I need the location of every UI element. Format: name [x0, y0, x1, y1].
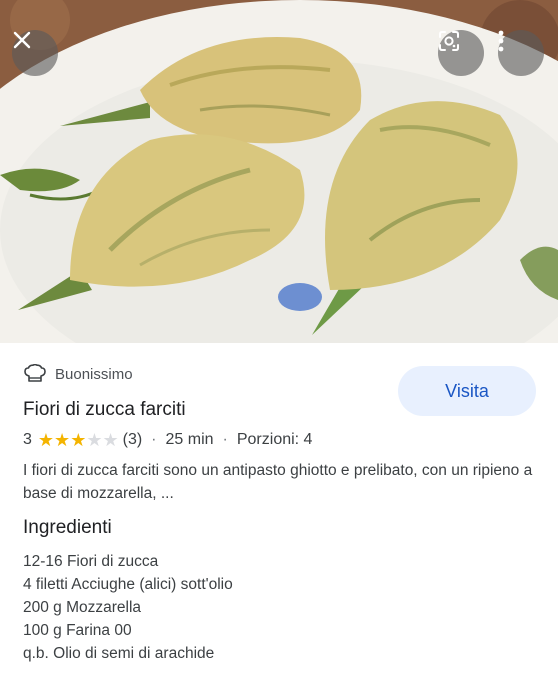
lens-button[interactable] — [438, 30, 484, 76]
ingredient-item: 4 filetti Acciughe (alici) sott'olio — [23, 576, 233, 593]
recipe-description: I fiori di zucca farciti sono un antipas… — [23, 462, 533, 502]
ingredients-heading: Ingredienti — [23, 517, 112, 538]
separator: · — [222, 431, 228, 448]
star-filled-icon: ★ — [37, 430, 55, 450]
visit-button[interactable]: Visita — [398, 366, 536, 416]
source[interactable]: Buonissimo — [23, 364, 133, 384]
more-vertical-icon — [498, 30, 504, 52]
star-filled-icon: ★ — [54, 430, 71, 450]
lens-icon — [439, 31, 459, 51]
source-name: Buonissimo — [55, 365, 133, 383]
star-empty-icon: ★ — [86, 430, 103, 450]
rating-value: 3 — [23, 431, 32, 448]
review-count: (3) — [122, 431, 143, 448]
recipe-title: Fiori di zucca farciti — [23, 399, 186, 420]
ingredient-item: 100 g Farina 00 — [23, 622, 132, 639]
ingredient-item: q.b. Olio di semi di arachide — [23, 645, 215, 662]
chef-hat-icon — [24, 364, 46, 382]
star-filled-icon: ★ — [70, 430, 87, 450]
close-button[interactable] — [12, 30, 58, 76]
recipe-meta: 3 ★ ★ ★ ★ ★ (3) · 25 min · Porzioni: 4 — [23, 431, 312, 449]
recipe-panel: Buonissimo Visita Fiori di zucca farciti… — [0, 343, 558, 680]
star-empty-icon: ★ — [102, 430, 119, 450]
separator: · — [151, 431, 157, 448]
servings: Porzioni: 4 — [236, 431, 313, 448]
cook-time: 25 min — [165, 431, 214, 448]
rating-stars: ★ ★ ★ ★ ★ — [38, 431, 119, 449]
ingredients-list: 12-16 Fiori di zucca 4 filetti Acciughe … — [23, 550, 233, 665]
recipe-photo — [0, 0, 558, 343]
close-icon — [13, 31, 31, 49]
ingredient-item: 200 g Mozzarella — [23, 599, 142, 616]
more-options-button[interactable] — [498, 30, 544, 76]
ingredient-item: 12-16 Fiori di zucca — [23, 553, 159, 570]
